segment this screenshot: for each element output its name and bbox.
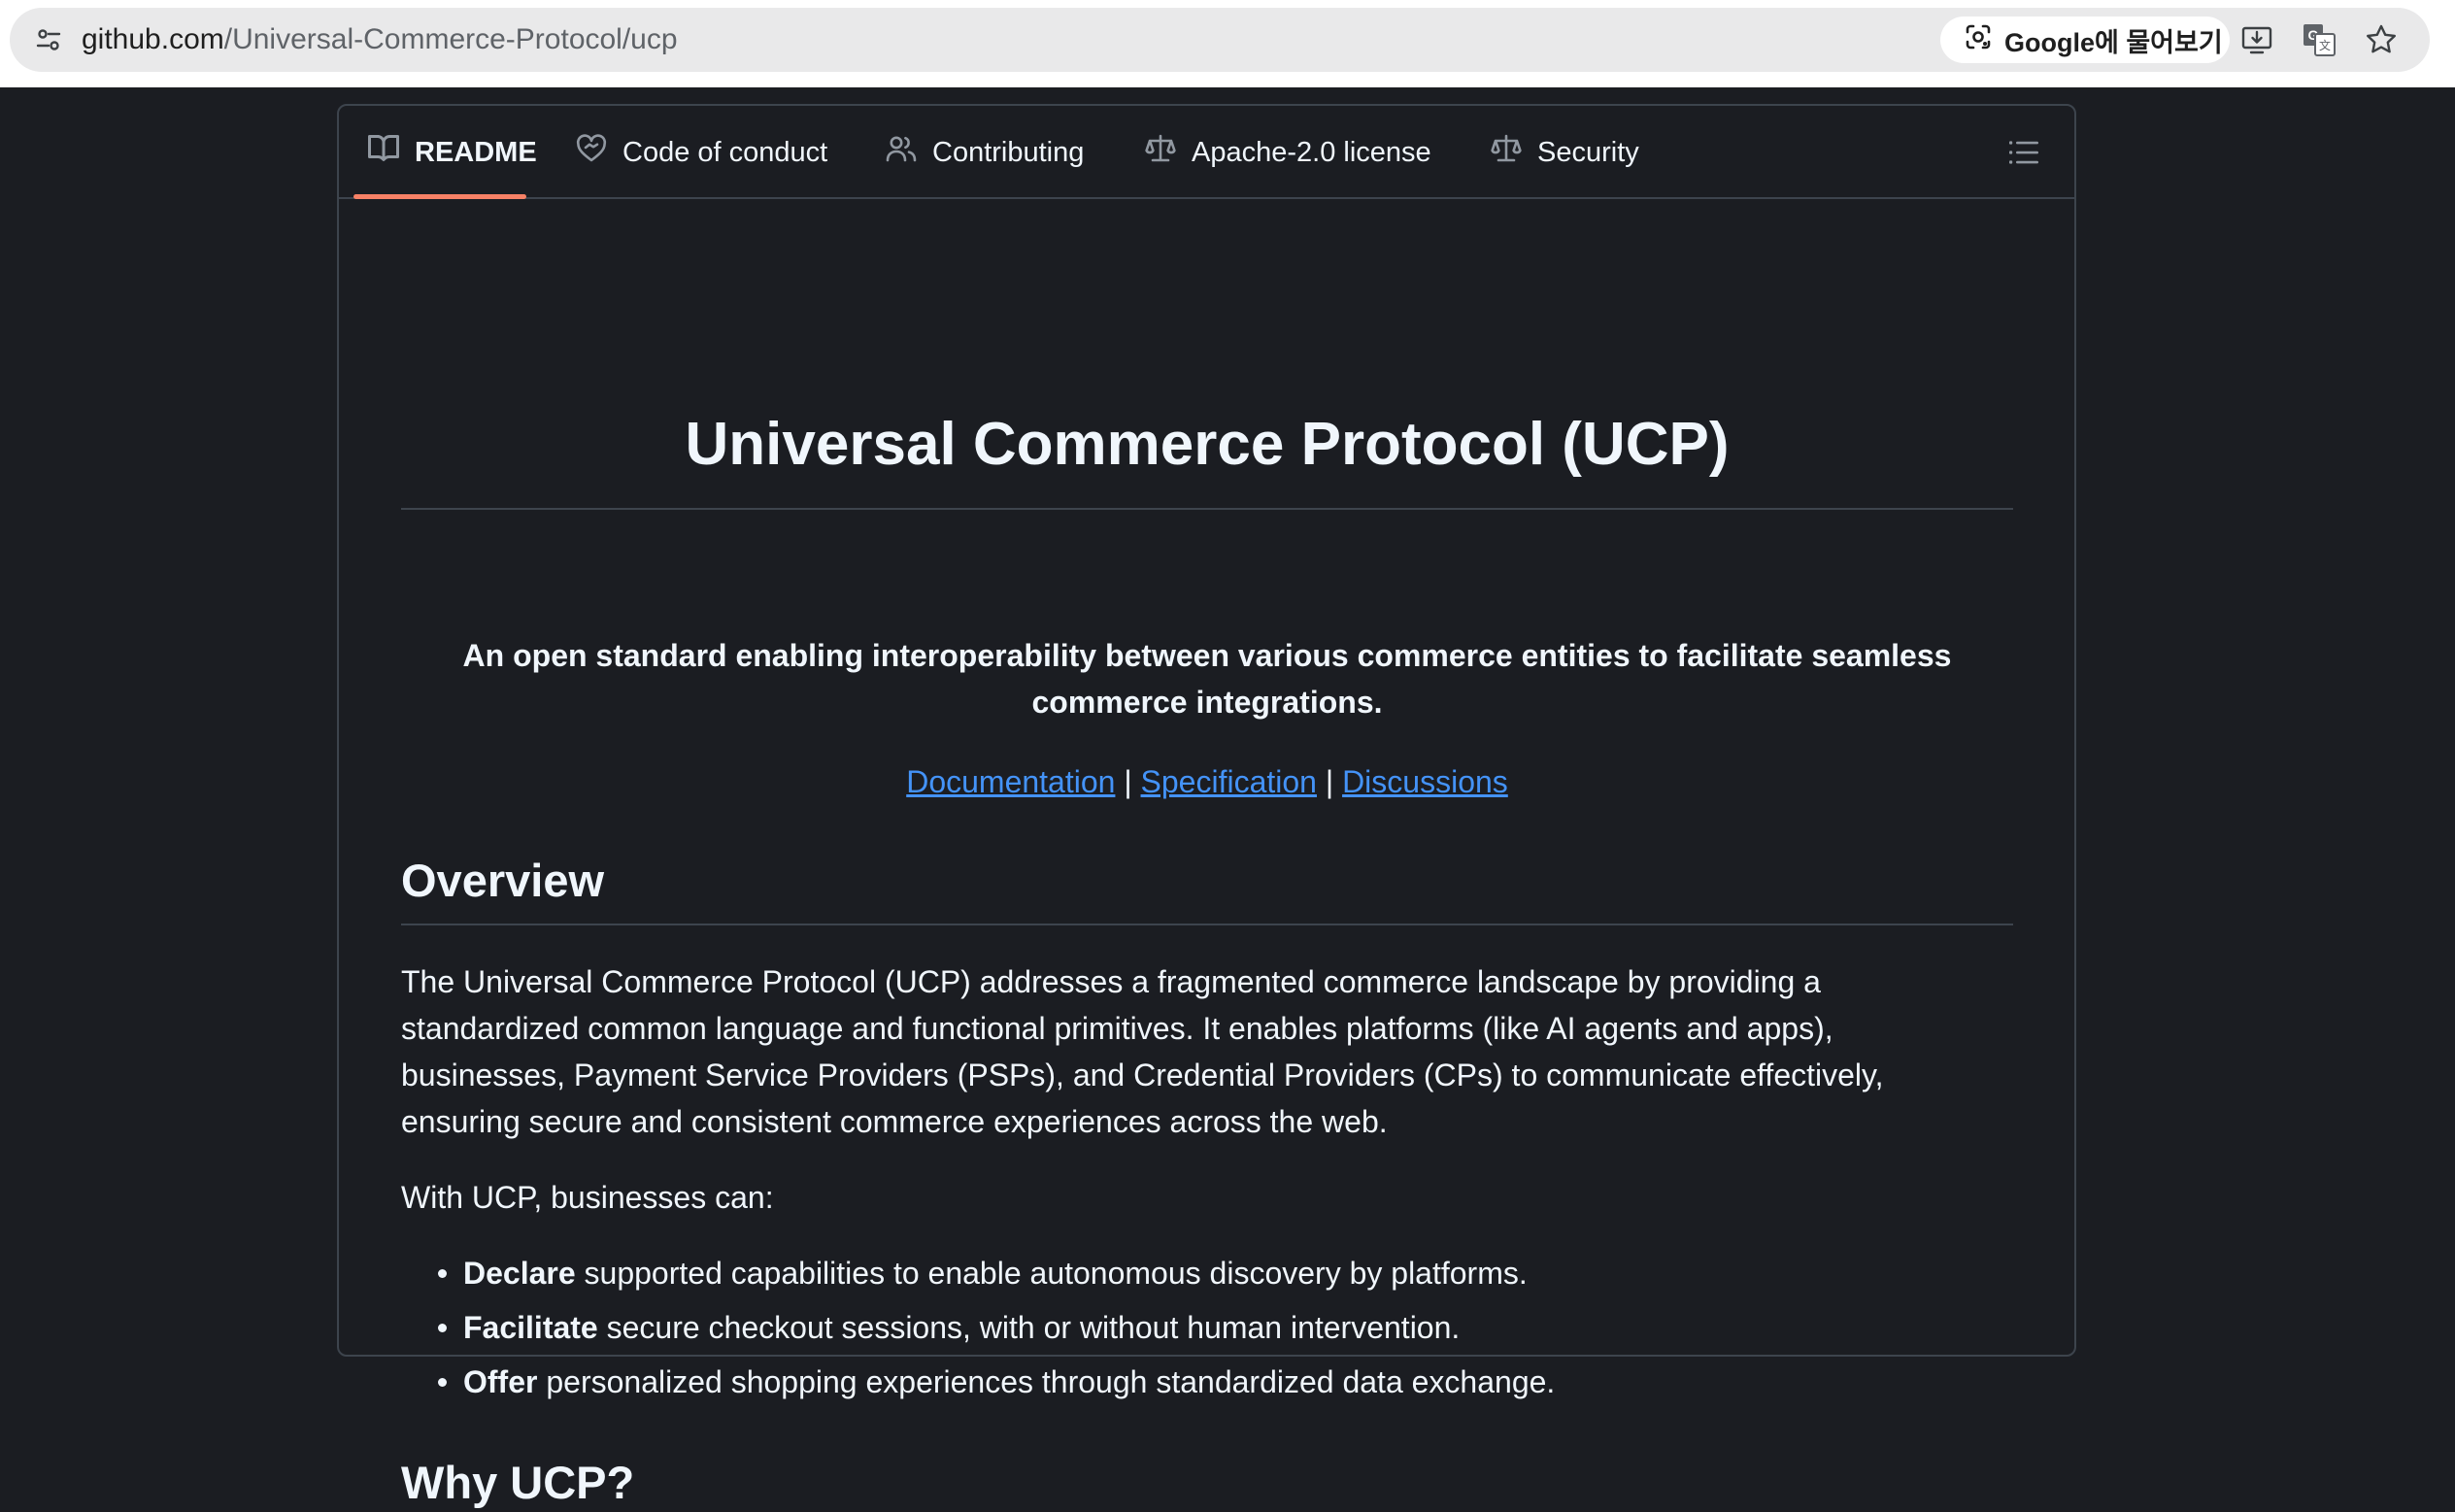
readme-tab-bar: README Code of conduct Contributing Apac… xyxy=(339,106,2074,199)
tab-security[interactable]: Security xyxy=(1491,106,1639,199)
tab-readme[interactable]: README xyxy=(368,106,537,199)
tab-code-of-conduct[interactable]: Code of conduct xyxy=(576,106,827,199)
list-item-text: supported capabilities to enable autonom… xyxy=(575,1256,1528,1291)
address-bar[interactable]: github.com/Universal-Commerce-Protocol/u… xyxy=(10,8,2430,72)
overview-paragraph: The Universal Commerce Protocol (UCP) ad… xyxy=(401,964,1884,1139)
svg-text:文: 文 xyxy=(2319,38,2331,52)
list-item-bold: Facilitate xyxy=(463,1310,598,1345)
lens-icon xyxy=(1964,22,1993,58)
list-item: Offer personalized shopping experiences … xyxy=(437,1359,1556,1405)
list-item-text: personalized shopping experiences throug… xyxy=(537,1364,1556,1399)
law-icon xyxy=(1491,133,1522,172)
browser-toolbar: github.com/Universal-Commerce-Protocol/u… xyxy=(0,0,2455,87)
list-item-text: secure checkout sessions, with or withou… xyxy=(597,1310,1461,1345)
readme-title: Universal Commerce Protocol (UCP) xyxy=(685,411,1730,478)
specification-link[interactable]: Specification xyxy=(1141,764,1317,799)
tab-code-of-conduct-label: Code of conduct xyxy=(622,136,828,168)
links-separator: | xyxy=(1325,764,1334,799)
google-lens-button[interactable]: Google에 물어보기 xyxy=(1940,17,2230,63)
bookmark-star-icon[interactable] xyxy=(2362,20,2401,59)
readme-container: README Code of conduct Contributing Apac… xyxy=(337,104,2076,1508)
list-item-bold: Declare xyxy=(463,1256,576,1291)
capabilities-list: Declare supported capabilities to enable… xyxy=(401,1250,1555,1413)
tab-contributing[interactable]: Contributing xyxy=(886,106,1084,199)
people-icon xyxy=(886,133,917,172)
list-item-bold: Offer xyxy=(463,1364,538,1399)
tab-readme-label: README xyxy=(415,136,537,168)
tab-contributing-label: Contributing xyxy=(932,136,1085,168)
outline-list-icon[interactable] xyxy=(2004,133,2043,172)
tab-license[interactable]: Apache-2.0 license xyxy=(1145,106,1431,199)
law-icon xyxy=(1145,133,1176,172)
documentation-link[interactable]: Documentation xyxy=(906,764,1115,799)
overview-divider xyxy=(401,924,2013,925)
why-ucp-heading: Why UCP? xyxy=(401,1457,635,1508)
url-text[interactable]: github.com/Universal-Commerce-Protocol/u… xyxy=(82,8,678,72)
code-of-conduct-icon xyxy=(576,133,607,172)
url-host: github.com xyxy=(82,23,224,55)
title-divider xyxy=(401,508,2013,510)
readme-links: Documentation | Specification | Discussi… xyxy=(401,758,2013,805)
install-app-icon[interactable] xyxy=(2237,20,2276,59)
with-ucp-paragraph: With UCP, businesses can: xyxy=(401,1180,774,1215)
list-item: Facilitate secure checkout sessions, wit… xyxy=(437,1304,1555,1351)
url-path: /Universal-Commerce-Protocol/ucp xyxy=(223,23,678,55)
links-separator: | xyxy=(1124,764,1132,799)
active-tab-indicator xyxy=(353,194,526,199)
lens-label: Google에 물어보기 xyxy=(2004,27,2223,57)
readme-tagline: An open standard enabling interoperabili… xyxy=(462,638,1952,720)
site-info-icon[interactable] xyxy=(29,20,68,59)
overview-heading: Overview xyxy=(401,855,605,906)
tab-license-label: Apache-2.0 license xyxy=(1192,136,1431,168)
book-icon xyxy=(368,133,400,172)
discussions-link[interactable]: Discussions xyxy=(1342,764,1508,799)
translate-icon[interactable]: G 文 xyxy=(2300,20,2338,59)
tab-security-label: Security xyxy=(1537,136,1639,168)
list-item: Declare supported capabilities to enable… xyxy=(437,1250,1555,1296)
